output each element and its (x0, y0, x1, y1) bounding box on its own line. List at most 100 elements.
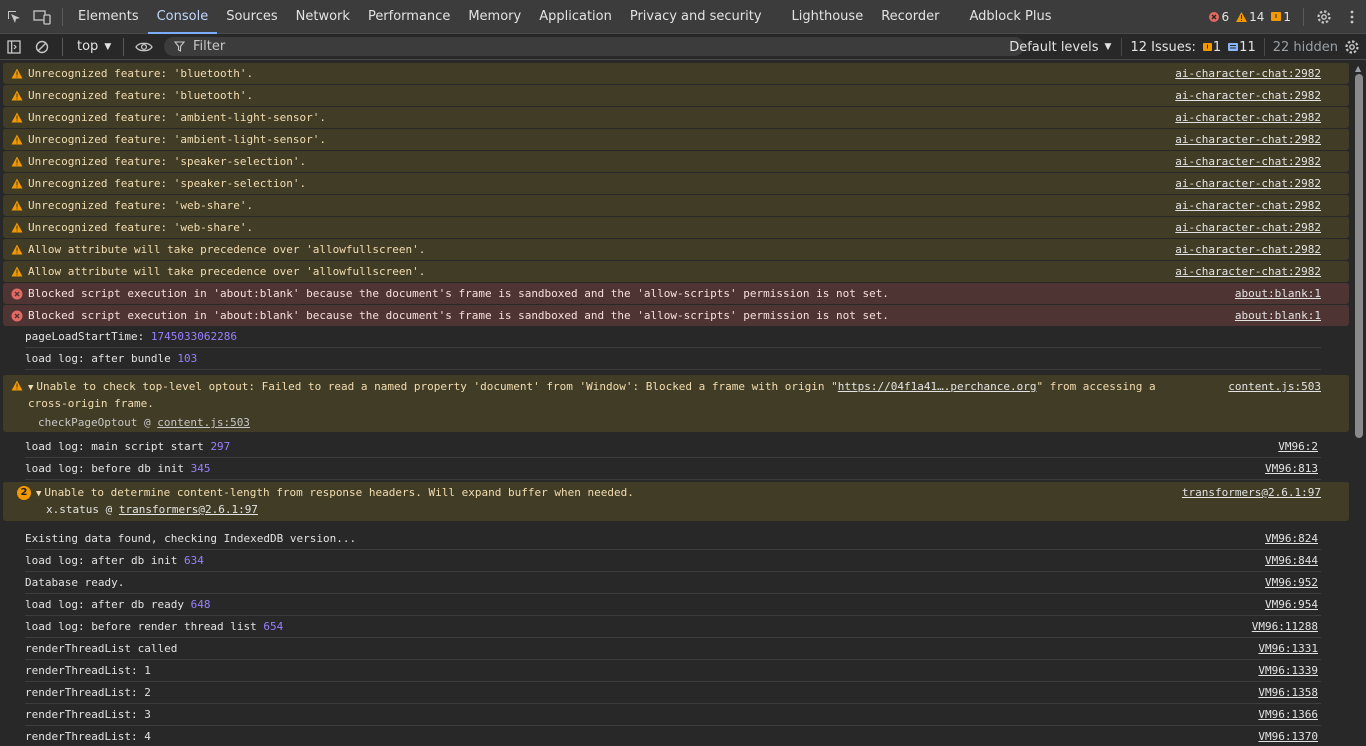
source-link[interactable]: ai-character-chat:2982 (1175, 89, 1321, 102)
separator (62, 7, 63, 26)
source-link[interactable]: ai-character-chat:2982 (1175, 133, 1321, 146)
context-selector[interactable]: top ▼ (69, 39, 117, 54)
buffer-warning-message[interactable]: 2 ▼ Unable to determine content-length fr… (3, 481, 1349, 521)
scroll-thumb[interactable] (1355, 74, 1363, 438)
sidebar-toggle-icon[interactable] (0, 34, 28, 60)
devtools-tabbar: Elements Console Sources Network Performance… (0, 0, 1366, 34)
warning-message[interactable]: Unrecognized feature: 'speaker-selection… (3, 172, 1349, 194)
tab-memory[interactable]: Memory (459, 0, 530, 34)
scroll-up-arrow-icon[interactable]: ▲ (1355, 64, 1361, 73)
warning-icon (11, 178, 23, 192)
tab-elements[interactable]: Elements (69, 0, 148, 34)
warning-message[interactable]: Allow attribute will take precedence ove… (3, 260, 1349, 282)
expand-triangle-icon[interactable]: ▼ (28, 381, 33, 396)
source-link[interactable]: VM96:2 (1278, 440, 1318, 453)
error-message[interactable]: Blocked script execution in 'about:blank… (3, 304, 1349, 326)
source-link[interactable]: VM96:1366 (1258, 708, 1318, 721)
warning-icon (11, 380, 23, 395)
source-link[interactable]: VM96:1331 (1258, 642, 1318, 655)
source-link[interactable]: VM96:813 (1265, 462, 1318, 475)
issues-count[interactable]: 1 (1270, 10, 1291, 24)
message-text: Allow attribute will take precedence ove… (28, 265, 426, 278)
filter-input[interactable] (191, 38, 995, 55)
log-levels-label: Default levels (1009, 39, 1099, 55)
source-link[interactable]: ai-character-chat:2982 (1175, 243, 1321, 256)
stack-function: x.status @ (46, 503, 113, 516)
log-text: load log: after db ready (25, 598, 184, 611)
source-link[interactable]: ai-character-chat:2982 (1175, 155, 1321, 168)
issues-button[interactable]: 12 Issues: 1 11 (1121, 38, 1256, 56)
source-link[interactable]: ai-character-chat:2982 (1175, 177, 1321, 190)
source-link[interactable]: transformers@2.6.1:97 (1182, 486, 1321, 499)
stack-function: checkPageOptout @ (38, 416, 151, 429)
warning-message[interactable]: Unrecognized feature: 'ambient-light-sen… (3, 128, 1349, 150)
filter-funnel-icon (174, 41, 185, 52)
stack-trace: x.status @ transformers@2.6.1:97 (36, 503, 1349, 516)
source-link[interactable]: VM96:954 (1265, 598, 1318, 611)
warning-message[interactable]: Unrecognized feature: 'ambient-light-sen… (3, 106, 1349, 128)
error-count-value: 6 (1221, 10, 1230, 24)
warning-icon (11, 200, 23, 214)
filter-box[interactable] (164, 37, 1024, 56)
tab-performance[interactable]: Performance (359, 0, 459, 34)
stack-link[interactable]: content.js:503 (157, 416, 250, 429)
origin-link[interactable]: https://04f1a41….perchance.org (838, 380, 1037, 393)
toolbar-right: Default levels ▼ 12 Issues: 1 11 22 hidd… (1009, 34, 1366, 60)
source-link[interactable]: about:blank:1 (1235, 309, 1321, 322)
source-link[interactable]: ai-character-chat:2982 (1175, 67, 1321, 80)
console-settings-gear-icon[interactable] (1338, 34, 1366, 60)
inspect-element-icon[interactable] (0, 0, 28, 34)
settings-gear-icon[interactable] (1310, 0, 1338, 34)
warning-message[interactable]: Unrecognized feature: 'bluetooth'. ai-cha… (3, 84, 1349, 106)
source-link[interactable]: ai-character-chat:2982 (1175, 199, 1321, 212)
source-link[interactable]: VM96:844 (1265, 554, 1318, 567)
source-link[interactable]: ai-character-chat:2982 (1175, 111, 1321, 124)
error-message[interactable]: Blocked script execution in 'about:blank… (3, 282, 1349, 304)
warning-message[interactable]: Unrecognized feature: 'bluetooth'. ai-cha… (3, 62, 1349, 84)
source-link[interactable]: content.js:503 (1228, 379, 1321, 394)
warning-message[interactable]: Unrecognized feature: 'web-share'. ai-cha… (3, 194, 1349, 216)
separator (62, 37, 63, 56)
log-number: 654 (263, 620, 284, 633)
warning-message[interactable]: Unrecognized feature: 'web-share'. ai-cha… (3, 216, 1349, 238)
tab-network[interactable]: Network (287, 0, 359, 34)
console-scrollbar[interactable]: ▲ (1352, 62, 1366, 746)
expand-triangle-icon[interactable]: ▼ (36, 489, 41, 499)
warning-text: Unable to check top-level optout: Failed… (36, 380, 838, 393)
stack-link[interactable]: transformers@2.6.1:97 (119, 503, 258, 516)
tab-lighthouse[interactable]: Lighthouse (783, 0, 873, 34)
source-link[interactable]: VM96:1339 (1258, 664, 1318, 677)
live-expression-eye-icon[interactable] (130, 34, 158, 60)
tab-console[interactable]: Console (147, 0, 218, 34)
clear-console-icon[interactable] (28, 34, 56, 60)
warning-count[interactable]: 14 (1235, 10, 1264, 24)
message-text: Unrecognized feature: 'speaker-selection… (28, 155, 307, 168)
issues-count-value: 1 (1283, 10, 1291, 24)
tab-privacy-and-security[interactable]: Privacy and security (621, 0, 771, 34)
tab-recorder[interactable]: Recorder (872, 0, 948, 34)
log-text: renderThreadList: 4 (25, 730, 151, 743)
source-link[interactable]: VM96:824 (1265, 532, 1318, 545)
source-link[interactable]: ai-character-chat:2982 (1175, 265, 1321, 278)
source-link[interactable]: VM96:1370 (1258, 730, 1318, 743)
warning-message[interactable]: Unrecognized feature: 'speaker-selection… (3, 150, 1349, 172)
optout-warning-message[interactable]: ▼ Unable to check top-level optout: Faile… (3, 374, 1349, 432)
log-number: 634 (183, 554, 204, 567)
tab-application[interactable]: Application (530, 0, 621, 34)
source-link[interactable]: VM96:1358 (1258, 686, 1318, 699)
log-list: Existing data found, checking IndexedDB … (0, 528, 1352, 746)
tab-adblock-plus[interactable]: Adblock Plus (960, 0, 1060, 34)
source-link[interactable]: about:blank:1 (1235, 287, 1321, 300)
log-text: Existing data found, checking IndexedDB … (25, 532, 357, 545)
tab-sources[interactable]: Sources (217, 0, 286, 34)
more-options-icon[interactable] (1338, 0, 1366, 34)
error-count[interactable]: 6 (1208, 10, 1229, 24)
log-text: load log: after db init (25, 554, 178, 567)
warning-icon (11, 222, 23, 236)
source-link[interactable]: VM96:11288 (1252, 620, 1318, 633)
source-link[interactable]: VM96:952 (1265, 576, 1318, 589)
source-link[interactable]: ai-character-chat:2982 (1175, 221, 1321, 234)
warning-message[interactable]: Allow attribute will take precedence ove… (3, 238, 1349, 260)
device-toolbar-icon[interactable] (28, 0, 56, 34)
log-levels-dropdown[interactable]: Default levels ▼ (1009, 40, 1111, 55)
